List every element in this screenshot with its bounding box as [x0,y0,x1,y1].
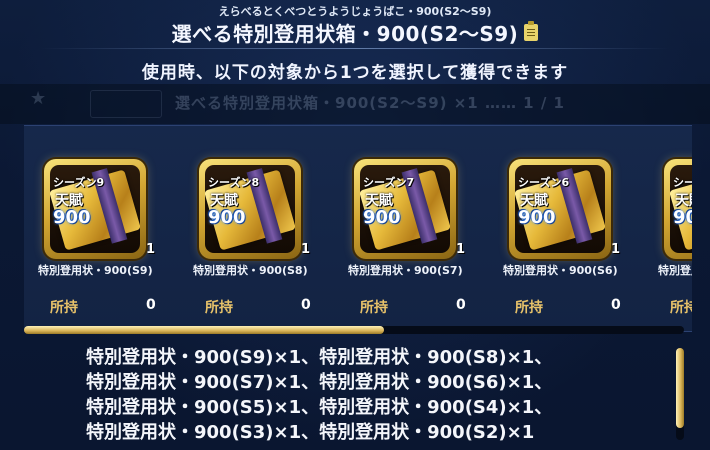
owned-label: 所持 [670,300,692,316]
item-option-partial[interactable]: シーズン 天賦 900 特別登用状 所持 [648,131,692,331]
item-quantity: 1 [611,242,621,257]
title-ruby: えらべるとくべつとうようじょうばこ・900(S2〜S9) [218,5,492,18]
owned-label: 所持 [515,300,543,316]
owned-label: 所持 [360,300,388,316]
owned-count: 0 [146,297,156,313]
item-card[interactable]: シーズン8 天賦 900 [199,159,301,259]
vertical-scroll-thumb[interactable] [676,348,684,428]
reward-line: 特別登用状・900(S5)×1、特別登用状・900(S4)×1、 [86,397,553,418]
owned-count: 0 [611,297,621,313]
item-card[interactable]: シーズン9 天賦 900 [44,159,146,259]
item-value: 900 [208,207,246,228]
reward-list: 特別登用状・900(S9)×1、特別登用状・900(S8)×1、 特別登用状・9… [86,345,666,445]
item-option-s9[interactable]: シーズン9 天賦 900 1 特別登用状・900(S9) 所持 0 [28,131,178,331]
title-divider [40,48,670,49]
item-value: 900 [518,207,556,228]
item-quantity: 1 [301,242,311,257]
item-quantity: 1 [146,242,156,257]
background-logo: ★ [30,88,47,109]
clipboard-icon[interactable] [524,21,539,41]
item-option-s7[interactable]: シーズン7 天賦 900 1 特別登用状・900(S7) 所持 0 [338,131,488,331]
item-card[interactable]: シーズン7 天賦 900 [354,159,456,259]
item-name: 特別登用状・900(S8) [193,264,308,277]
title-bar: えらべるとくべつとうようじょうばこ・900(S2〜S9) 選べる特別登用状箱・9… [0,0,710,52]
vertical-scrollbar[interactable] [676,348,684,440]
item-option-s8[interactable]: シーズン8 天賦 900 1 特別登用状・900(S8) 所持 0 [183,131,333,331]
horizontal-scrollbar[interactable] [24,326,684,334]
horizontal-scroll-thumb[interactable] [24,326,384,334]
background-row-text: 選べる特別登用状箱・900(S2〜S9) ×1 …… 1 / 1 [175,94,565,112]
item-name: 特別登用状・900(S9) [38,264,153,277]
item-name: 特別登用状・900(S6) [503,264,618,277]
item-selection-panel[interactable]: シーズン9 天賦 900 1 特別登用状・900(S9) 所持 0 シーズン8 … [24,125,692,332]
item-name: 特別登用状・900(S7) [348,264,463,277]
title-text: 選べる特別登用状箱・900(S2〜S9) [171,22,519,46]
instruction-text: 使用時、以下の対象から1つを選択して獲得できます [141,63,569,83]
item-season: シーズン6 [518,176,570,189]
item-option-s6[interactable]: シーズン6 天賦 900 1 特別登用状・900(S6) 所持 0 [493,131,643,331]
reward-line: 特別登用状・900(S7)×1、特別登用状・900(S6)×1、 [86,372,553,393]
item-season: シーズン8 [208,176,260,189]
item-season: シーズン [673,176,692,189]
item-season: シーズン9 [53,176,105,189]
item-value: 900 [53,207,91,228]
background-frame [90,90,162,118]
reward-line: 特別登用状・900(S3)×1、特別登用状・900(S2)×1 [86,422,535,443]
item-value: 900 [673,207,692,228]
item-quantity: 1 [456,242,466,257]
owned-count: 0 [301,297,311,313]
owned-count: 0 [456,297,466,313]
item-season: シーズン7 [363,176,415,189]
page-title: 選べる特別登用状箱・900(S2〜S9) [0,18,710,47]
item-value: 900 [363,207,401,228]
item-card[interactable]: シーズン 天賦 900 [664,159,692,259]
reward-line: 特別登用状・900(S9)×1、特別登用状・900(S8)×1、 [86,347,553,368]
item-name: 特別登用状 [658,264,692,277]
owned-label: 所持 [205,300,233,316]
owned-label: 所持 [50,300,78,316]
item-card[interactable]: シーズン6 天賦 900 [509,159,611,259]
